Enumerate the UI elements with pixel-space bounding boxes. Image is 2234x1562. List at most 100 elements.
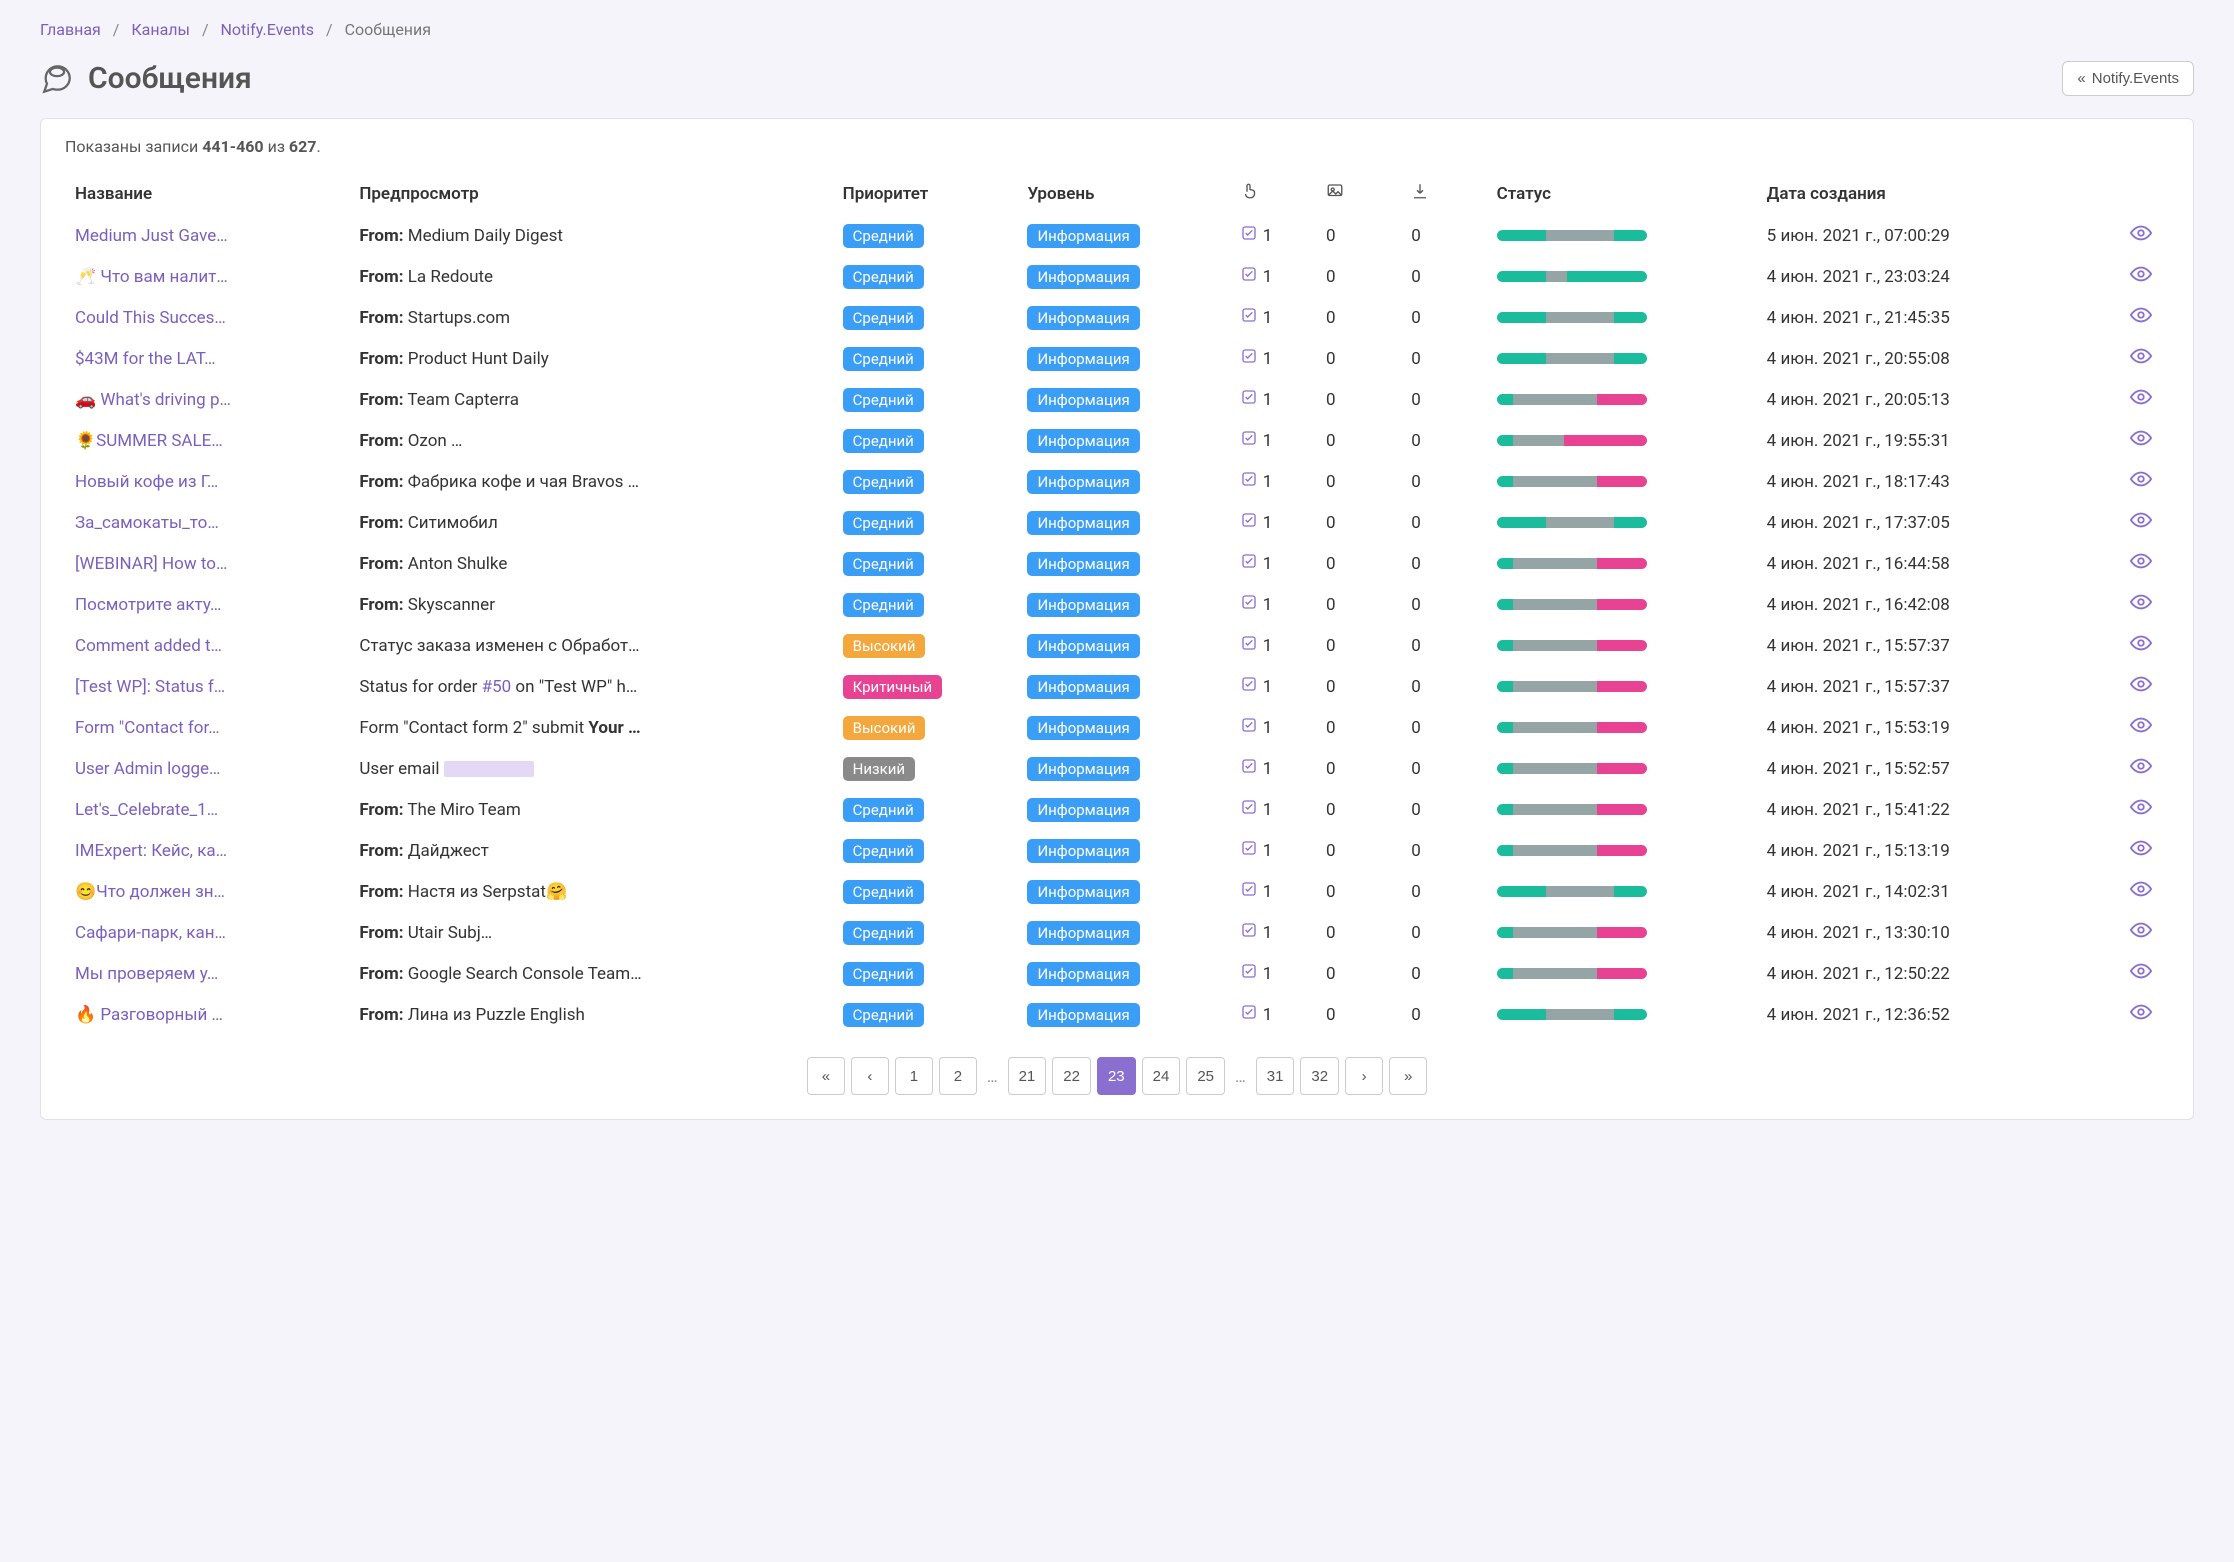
message-title-link[interactable]: Comment added t… [75, 636, 222, 656]
page-21[interactable]: 21 [1008, 1057, 1047, 1095]
created-date: 4 июн. 2021 г., 15:41:22 [1757, 789, 2112, 830]
view-button[interactable] [2122, 714, 2159, 741]
view-button[interactable] [2122, 263, 2159, 290]
view-button[interactable] [2122, 345, 2159, 372]
message-title-link[interactable]: Form "Contact for… [75, 718, 220, 738]
status-bar [1497, 886, 1647, 897]
view-button[interactable] [2122, 632, 2159, 659]
page-1[interactable]: 1 [895, 1057, 933, 1095]
page-23[interactable]: 23 [1097, 1057, 1136, 1095]
message-title-link[interactable]: Мы проверяем у… [75, 964, 218, 984]
message-title-link[interactable]: [Test WP]: Status f… [75, 677, 225, 697]
message-title-link[interactable]: За_самокаты_то… [75, 513, 219, 533]
attachments-count: 0 [1401, 789, 1486, 830]
page-2[interactable]: 2 [939, 1057, 977, 1095]
chevrons-left-icon: « [2077, 70, 2085, 87]
messages-icon [40, 62, 74, 96]
created-date: 4 июн. 2021 г., 13:30:10 [1757, 912, 2112, 953]
message-title-link[interactable]: 🚗 What's driving p… [75, 390, 231, 410]
view-button[interactable] [2122, 960, 2159, 987]
page-22[interactable]: 22 [1052, 1057, 1091, 1095]
page-next[interactable]: › [1345, 1057, 1383, 1095]
breadcrumb-channels[interactable]: Каналы [131, 20, 190, 39]
image-icon [1326, 182, 1344, 200]
view-button[interactable] [2122, 755, 2159, 782]
actions-count: 1 [1241, 594, 1306, 615]
message-title-link[interactable]: Let's_Celebrate_1… [75, 800, 218, 820]
view-button[interactable] [2122, 837, 2159, 864]
images-count: 0 [1316, 830, 1401, 871]
level-badge: Информация [1027, 798, 1139, 822]
created-date: 5 июн. 2021 г., 07:00:29 [1757, 215, 2112, 256]
priority-badge: Высокий [843, 634, 926, 658]
view-button[interactable] [2122, 796, 2159, 823]
level-badge: Информация [1027, 593, 1139, 617]
page-first[interactable]: « [807, 1057, 845, 1095]
status-bar [1497, 722, 1647, 733]
check-icon [1241, 225, 1257, 246]
view-button[interactable] [2122, 427, 2159, 454]
back-button[interactable]: « Notify.Events [2062, 61, 2194, 96]
view-button[interactable] [2122, 919, 2159, 946]
breadcrumb-notify[interactable]: Notify.Events [221, 20, 315, 39]
message-preview: Status for order #50 on "Test WP" h… [349, 666, 832, 707]
view-button[interactable] [2122, 550, 2159, 577]
page-last[interactable]: » [1389, 1057, 1427, 1095]
images-count: 0 [1316, 297, 1401, 338]
message-title-link[interactable]: 😊Что должен зн… [75, 882, 225, 902]
priority-badge: Средний [843, 880, 924, 904]
view-button[interactable] [2122, 509, 2159, 536]
col-images [1316, 174, 1401, 215]
view-button[interactable] [2122, 304, 2159, 331]
message-title-link[interactable]: 🔥 Разговорный … [75, 1005, 223, 1025]
view-button[interactable] [2122, 222, 2159, 249]
page-25[interactable]: 25 [1186, 1057, 1225, 1095]
level-badge: Информация [1027, 265, 1139, 289]
message-title-link[interactable]: 🌻SUMMER SALE… [75, 431, 223, 451]
created-date: 4 июн. 2021 г., 21:45:35 [1757, 297, 2112, 338]
breadcrumb-home[interactable]: Главная [40, 20, 101, 39]
level-badge: Информация [1027, 634, 1139, 658]
breadcrumb: Главная / Каналы / Notify.Events / Сообщ… [40, 20, 2194, 39]
check-icon [1241, 512, 1257, 533]
priority-badge: Средний [843, 429, 924, 453]
message-preview: From: Team Capterra [349, 379, 832, 420]
attachments-count: 0 [1401, 461, 1486, 502]
message-title-link[interactable]: Medium Just Gave… [75, 226, 228, 246]
images-count: 0 [1316, 420, 1401, 461]
actions-count: 1 [1241, 717, 1306, 738]
table-row: User Admin logge…User email НизкийИнформ… [65, 748, 2169, 789]
pointer-icon [1241, 182, 1259, 200]
attachments-count: 0 [1401, 584, 1486, 625]
page-24[interactable]: 24 [1142, 1057, 1181, 1095]
message-title-link[interactable]: 🥂 Что вам налит… [75, 267, 228, 287]
status-bar [1497, 599, 1647, 610]
message-title-link[interactable]: Посмотрите акту… [75, 595, 221, 615]
priority-badge: Критичный [843, 675, 943, 699]
check-icon [1241, 717, 1257, 738]
message-title-link[interactable]: [WEBINAR] How to… [75, 554, 227, 574]
attachments-count: 0 [1401, 830, 1486, 871]
message-preview: From: Google Search Console Team… [349, 953, 832, 994]
page-32[interactable]: 32 [1300, 1057, 1339, 1095]
message-title-link[interactable]: $43M for the LAT… [75, 349, 216, 369]
message-title-link[interactable]: Новый кофе из Г… [75, 472, 218, 492]
message-title-link[interactable]: Could This Succes… [75, 308, 226, 328]
view-button[interactable] [2122, 591, 2159, 618]
view-button[interactable] [2122, 673, 2159, 700]
view-button[interactable] [2122, 878, 2159, 905]
message-title-link[interactable]: IMExpert: Кейс, ка… [75, 841, 227, 861]
view-button[interactable] [2122, 1001, 2159, 1028]
page-prev[interactable]: ‹ [851, 1057, 889, 1095]
view-button[interactable] [2122, 386, 2159, 413]
message-title-link[interactable]: Сафари-парк, кан… [75, 923, 226, 943]
created-date: 4 июн. 2021 г., 16:44:58 [1757, 543, 2112, 584]
actions-count: 1 [1241, 963, 1306, 984]
page-31[interactable]: 31 [1256, 1057, 1295, 1095]
preview-link[interactable]: #50 [482, 677, 512, 697]
view-button[interactable] [2122, 468, 2159, 495]
level-badge: Информация [1027, 1003, 1139, 1027]
table-row: Medium Just Gave…From: Medium Daily Dige… [65, 215, 2169, 256]
message-title-link[interactable]: User Admin logge… [75, 759, 220, 779]
attachments-count: 0 [1401, 256, 1486, 297]
